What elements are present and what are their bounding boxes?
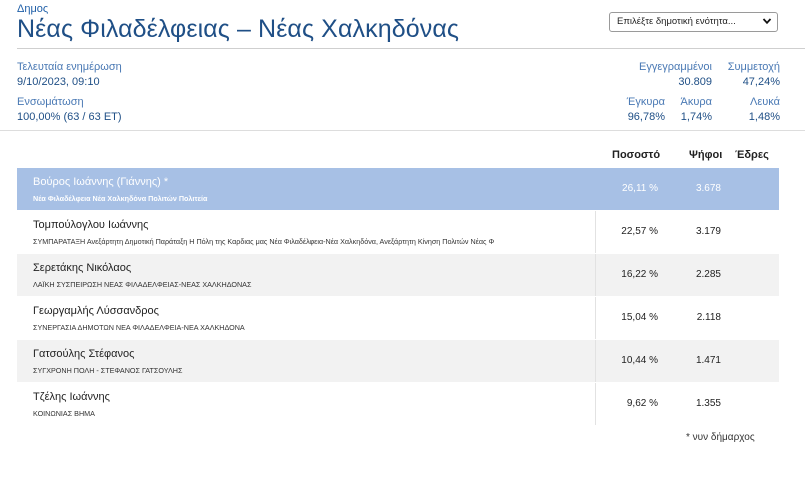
top-label: Δημος (17, 3, 49, 15)
valid-label: Έγκυρα (626, 96, 665, 108)
turnout-value: 47,24% (742, 76, 780, 88)
table-row[interactable]: Σερετάκης Νικόλαος ΛΑΪΚΗ ΣΥΣΠΕΙΡΩΣΗ ΝΕΑΣ… (17, 254, 779, 296)
title-divider (17, 48, 805, 49)
page-title: Νέας Φιλαδέλφειας – Νέας Χαλκηδόνας (17, 15, 460, 43)
unit-select[interactable]: Επιλέξτε δημοτική ενότητα... (609, 12, 778, 32)
last-update-value: 9/10/2023, 09:10 (17, 76, 100, 88)
turnout-label: Συμμετοχή (727, 61, 780, 73)
unit-select-value: Επιλέξτε δημοτική ενότητα... (617, 16, 736, 27)
vote-percent: 22,57 % (621, 226, 658, 237)
invalid-label: Άκυρα (680, 96, 712, 108)
vote-percent: 9,62 % (626, 398, 658, 409)
last-update-label: Τελευταία ενημέρωση (17, 61, 122, 73)
column-header-percent: Ποσοστό (612, 149, 661, 161)
candidate-name: Βούρος Ιωάννης (Γιάννης) * (33, 176, 169, 188)
candidate-name: Σερετάκης Νικόλαος (33, 262, 132, 274)
vote-percent: 15,04 % (621, 312, 658, 323)
invalid-value: 1,74% (680, 111, 712, 123)
party-name: ΣΥΓΧΡΟΝΗ ΠΟΛΗ - ΣΤΕΦΑΝΟΣ ΓΑΤΣΟΥΛΗΣ (33, 366, 183, 375)
column-header-seats: Έδρες (735, 149, 769, 161)
vote-count: 2.285 (695, 269, 721, 280)
candidate-name: Γατσούλης Στέφανος (33, 348, 135, 360)
valid-value: 96,78% (627, 111, 665, 123)
party-name: ΣΥΜΠΑΡΑΤΑΞΗ Ανεξάρτητη Δημοτική Παράταξη… (33, 237, 495, 246)
integration-value: 100,00% (63 / 63 ΕΤ) (17, 111, 122, 123)
integration-label: Ενσωμάτωση (17, 96, 84, 108)
vote-percent: 26,11 % (622, 183, 658, 194)
chevron-down-icon (762, 18, 772, 25)
party-name: ΣΥΝΕΡΓΑΣΙΑ ΔΗΜΟΤΩΝ ΝΕΑ ΦΙΛΑΔΕΛΦΕΙΑ-ΝΕΑ Χ… (33, 323, 245, 332)
party-name: ΚΟΙΝΩΝΙΑΣ ΒΗΜΑ (33, 409, 95, 418)
party-name: ΛΑΪΚΗ ΣΥΣΠΕΙΡΩΣΗ ΝΕΑΣ ΦΙΛΑΔΕΛΦΕΙΑΣ-ΝΕΑΣ … (33, 280, 252, 289)
table-row[interactable]: Βούρος Ιωάννης (Γιάννης) * Νέα Φιλαδέλφε… (17, 168, 779, 210)
vote-percent: 16,22 % (621, 269, 658, 280)
vote-count: 3.678 (695, 183, 721, 194)
vote-percent: 10,44 % (621, 355, 658, 366)
candidate-name: Τομπούλογλου Ιωάννης (33, 219, 149, 231)
column-header-votes: Ψήφοι (689, 149, 723, 161)
table-row[interactable]: Γεωργαμλής Λύσσανδρος ΣΥΝΕΡΓΑΣΙΑ ΔΗΜΟΤΩΝ… (17, 297, 779, 339)
table-row[interactable]: Τζέλης Ιωάννης ΚΟΙΝΩΝΙΑΣ ΒΗΜΑ 9,62 % 1.3… (17, 383, 779, 425)
vote-count: 1.355 (695, 398, 721, 409)
vote-count: 1.471 (695, 355, 721, 366)
vote-count: 3.179 (695, 226, 721, 237)
table-row[interactable]: Γατσούλης Στέφανος ΣΥΓΧΡΟΝΗ ΠΟΛΗ - ΣΤΕΦΑ… (17, 340, 779, 382)
registered-label: Εγγεγραμμένοι (639, 61, 712, 73)
candidate-name: Γεωργαμλής Λύσσανδρος (33, 305, 159, 317)
incumbent-footnote: * νυν δήμαρχος (686, 432, 755, 443)
candidate-name: Τζέλης Ιωάννης (33, 391, 110, 403)
registered-value: 30.809 (678, 76, 712, 88)
party-name: Νέα Φιλαδέλφεια Νέα Χαλκηδόνα Πολιτών Πο… (33, 194, 208, 203)
stats-divider (0, 130, 805, 131)
vote-count: 2.118 (696, 312, 721, 323)
blank-label: Λευκά (750, 96, 780, 108)
table-row[interactable]: Τομπούλογλου Ιωάννης ΣΥΜΠΑΡΑΤΑΞΗ Ανεξάρτ… (17, 211, 779, 253)
blank-value: 1,48% (748, 111, 780, 123)
